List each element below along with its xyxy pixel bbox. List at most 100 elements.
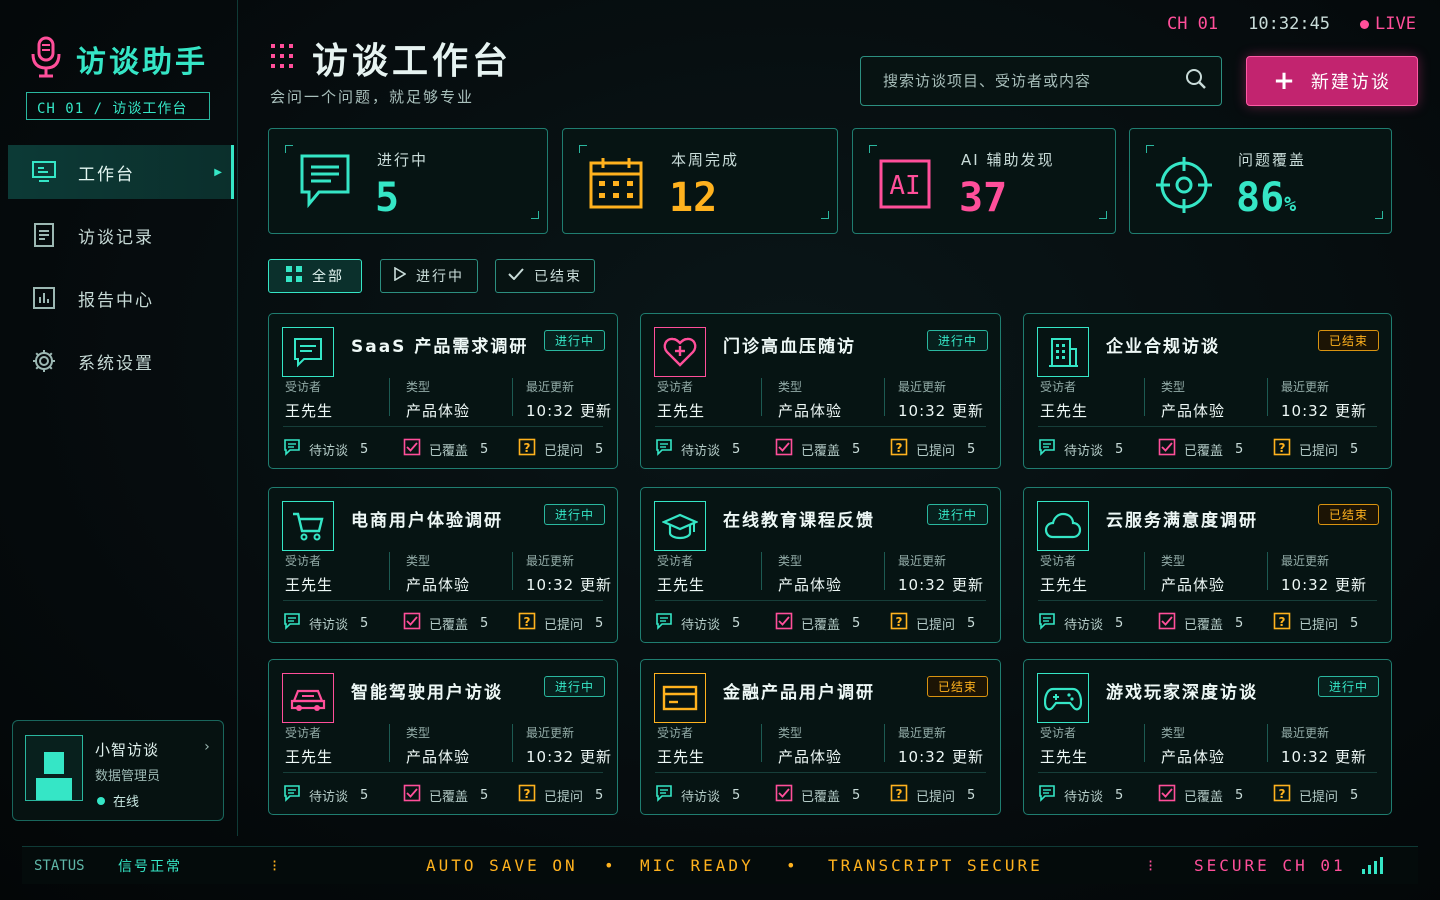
meta-value: 产品体验 <box>1161 748 1226 766</box>
meta-interviewee: 受访者 王先生 <box>285 552 333 595</box>
live-dot-icon <box>1360 19 1370 29</box>
project-card[interactable]: 企业合规访谈 已结束 受访者 王先生 类型 产品体验 最近更新 10:32 更新… <box>1023 313 1392 469</box>
car-icon <box>282 673 334 723</box>
pending-count: 待访谈 5 <box>283 784 368 806</box>
project-title: SaaS 产品需求调研 <box>351 337 529 357</box>
meta-updated: 最近更新 10:32 更新 <box>526 378 612 421</box>
svg-text:?: ? <box>1279 615 1286 629</box>
search-box[interactable] <box>860 56 1222 106</box>
meta-value: 10:32 更新 <box>898 748 984 766</box>
question-icon: ? <box>1273 438 1291 460</box>
filter-all[interactable]: 全部 <box>268 259 362 293</box>
foot-value: 5 <box>967 615 976 631</box>
project-card[interactable]: 电商用户体验调研 进行中 受访者 王先生 类型 产品体验 最近更新 10:32 … <box>268 487 618 643</box>
meta-value: 产品体验 <box>778 402 843 420</box>
foot-value: 5 <box>852 615 861 631</box>
meta-value: 王先生 <box>285 576 334 594</box>
user-card[interactable]: 小智访谈 数据管理员 在线 › <box>12 720 224 821</box>
calendar-icon <box>589 157 643 213</box>
foot-value: 5 <box>852 441 861 457</box>
chat-icon <box>655 784 673 806</box>
asked-count: ? 已提问 5 <box>890 612 975 634</box>
sidebar-item-reports[interactable]: 报告中心 <box>8 271 234 325</box>
search-icon[interactable] <box>1185 68 1207 94</box>
covered-count: 已覆盖 5 <box>403 784 488 806</box>
live-label: LIVE <box>1375 14 1416 34</box>
divider <box>761 724 762 762</box>
covered-count: 已覆盖 5 <box>775 784 860 806</box>
foot-value: 5 <box>967 787 976 803</box>
search-input[interactable] <box>883 72 1185 90</box>
foot-value: 5 <box>732 787 741 803</box>
project-card[interactable]: 门诊高血压随访 进行中 受访者 王先生 类型 产品体验 最近更新 10:32 更… <box>640 313 1001 469</box>
pending-count: 待访谈 5 <box>283 438 368 460</box>
status-badge: 进行中 <box>543 330 605 351</box>
bar-chart-icon <box>32 286 56 310</box>
new-interview-button[interactable]: + 新建访谈 <box>1246 56 1418 106</box>
meta-interviewee: 受访者 王先生 <box>657 378 705 421</box>
meta-updated: 最近更新 10:32 更新 <box>898 378 984 421</box>
meta-label: 受访者 <box>657 554 694 568</box>
meta-label: 最近更新 <box>1281 726 1330 740</box>
sidebar-item-workbench[interactable]: 工作台 ▶ <box>8 145 234 199</box>
app-window: 访谈助手 CH 01 / 访谈工作台 工作台 ▶ 访谈记录 报告中心 系统设置 … <box>0 0 1440 900</box>
meta-value: 王先生 <box>1040 576 1089 594</box>
divider <box>389 378 390 416</box>
project-card[interactable]: 金融产品用户调研 已结束 受访者 王先生 类型 产品体验 最近更新 10:32 … <box>640 659 1001 815</box>
meta-label: 受访者 <box>285 726 322 740</box>
page-heading: 访谈工作台 <box>312 41 513 82</box>
meta-value: 王先生 <box>657 576 706 594</box>
project-card[interactable]: 游戏玩家深度访谈 进行中 受访者 王先生 类型 产品体验 最近更新 10:32 … <box>1023 659 1392 815</box>
filter-finished[interactable]: 已结束 <box>495 259 595 293</box>
chevron-right-icon[interactable]: › <box>203 739 211 755</box>
foot-label: 已提问 <box>1299 617 1339 633</box>
foot-label: 已提问 <box>1299 789 1339 805</box>
foot-value: 5 <box>1235 441 1244 457</box>
meta-type: 类型 产品体验 <box>406 378 470 421</box>
project-card[interactable]: 智能驾驶用户访谈 进行中 受访者 王先生 类型 产品体验 最近更新 10:32 … <box>268 659 618 815</box>
question-icon: ? <box>518 784 536 806</box>
meta-label: 最近更新 <box>898 726 947 740</box>
sidebar-item-settings[interactable]: 系统设置 <box>8 334 234 388</box>
stat-unit: % <box>1284 192 1297 216</box>
play-icon <box>394 266 407 285</box>
project-card[interactable]: SaaS 产品需求调研 进行中 受访者 王先生 类型 产品体验 最近更新 10:… <box>268 313 618 469</box>
question-icon: ? <box>890 438 908 460</box>
meta-value: 产品体验 <box>406 576 471 594</box>
meta-value: 10:32 更新 <box>898 402 984 420</box>
foot-label: 待访谈 <box>1064 443 1104 459</box>
meta-type: 类型 产品体验 <box>778 552 842 595</box>
svg-text:?: ? <box>1279 787 1286 801</box>
foot-value: 5 <box>480 615 489 631</box>
card-icon <box>654 673 706 723</box>
project-card[interactable]: 云服务满意度调研 已结束 受访者 王先生 类型 产品体验 最近更新 10:32 … <box>1023 487 1392 643</box>
foot-label: 已提问 <box>544 443 584 459</box>
stat-value: 5 <box>375 175 400 221</box>
status-bar: STATUS 信号正常 ⁝ AUTO SAVE ON • MIC READY •… <box>22 846 1418 884</box>
meta-value: 10:32 更新 <box>526 748 612 766</box>
filter-ongoing[interactable]: 进行中 <box>380 259 478 293</box>
check-icon <box>508 268 524 284</box>
sidebar-item-label: 系统设置 <box>78 353 154 374</box>
checkbox-icon <box>1158 612 1176 634</box>
foot-label: 待访谈 <box>681 789 721 805</box>
user-icon <box>36 752 72 800</box>
monitor-icon <box>32 160 56 184</box>
meta-value: 产品体验 <box>1161 402 1226 420</box>
sidebar-item-label: 报告中心 <box>78 290 154 311</box>
stat-card-coverage: 问题覆盖 86% <box>1129 128 1392 234</box>
app-title: 访谈助手 <box>76 45 208 80</box>
project-card[interactable]: 在线教育课程反馈 进行中 受访者 王先生 类型 产品体验 最近更新 10:32 … <box>640 487 1001 643</box>
foot-label: 已覆盖 <box>801 789 841 805</box>
corner-mark <box>285 145 293 153</box>
divider <box>1267 552 1268 590</box>
meta-interviewee: 受访者 王先生 <box>285 724 333 767</box>
channel-indicator: CH 01 <box>1166 14 1219 34</box>
project-title: 云服务满意度调研 <box>1106 511 1258 531</box>
foot-value: 5 <box>1235 615 1244 631</box>
meta-updated: 最近更新 10:32 更新 <box>526 724 612 767</box>
question-icon: ? <box>518 612 536 634</box>
checkbox-icon <box>775 438 793 460</box>
sidebar-item-records[interactable]: 访谈记录 <box>8 208 234 262</box>
meta-interviewee: 受访者 王先生 <box>657 724 705 767</box>
